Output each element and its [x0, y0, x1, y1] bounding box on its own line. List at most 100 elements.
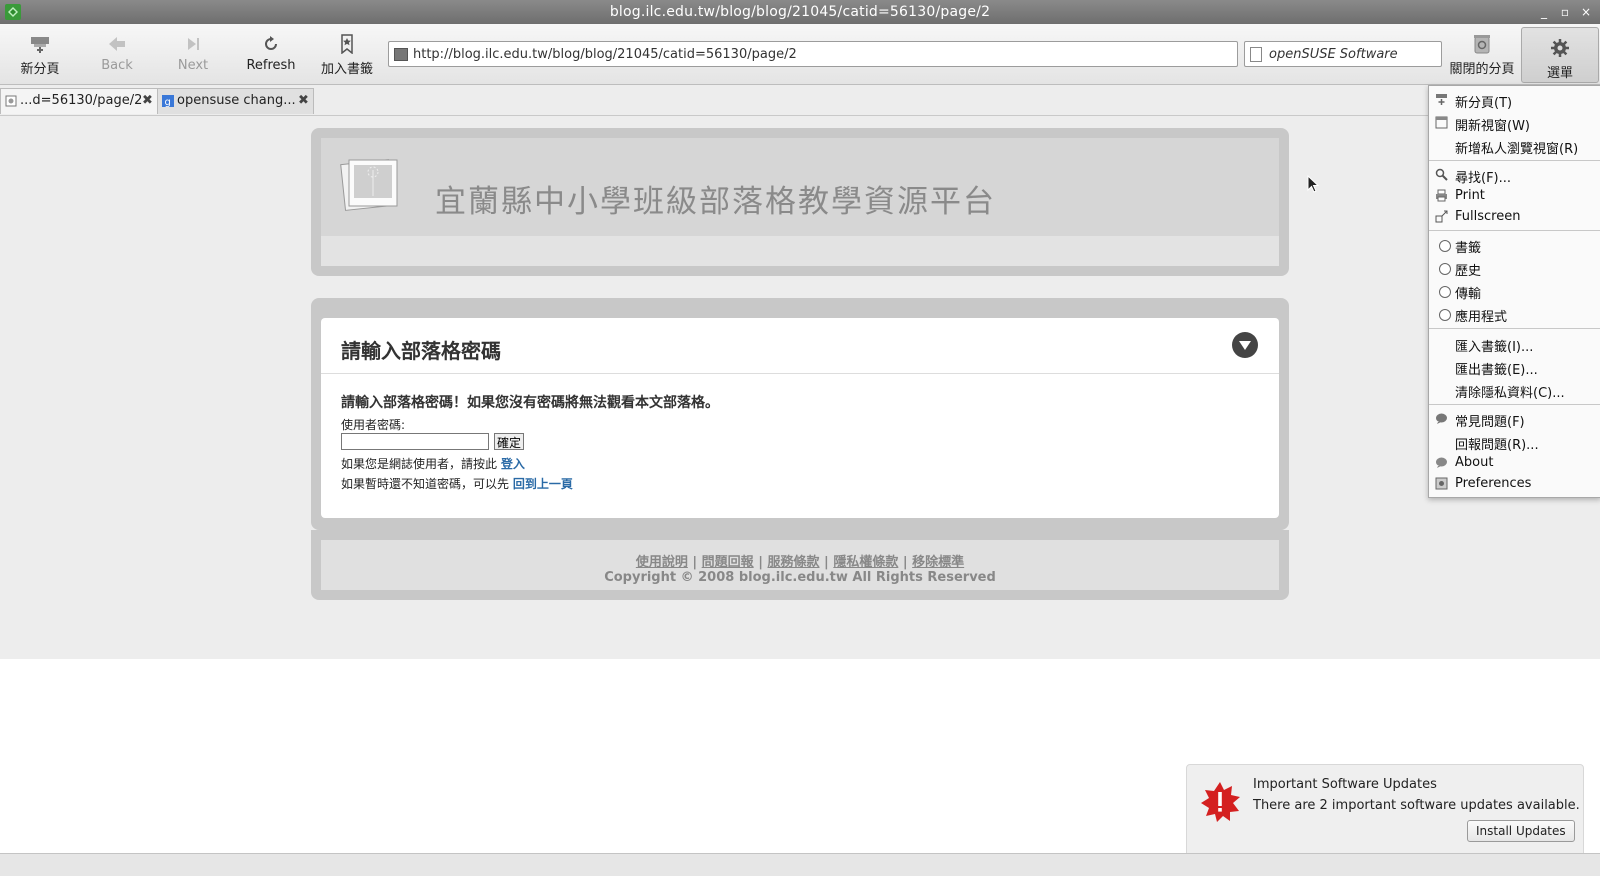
menu-item-find[interactable]: 尋找(F)... — [1429, 165, 1600, 186]
login-link[interactable]: 登入 — [501, 457, 525, 471]
install-updates-button[interactable]: Install Updates — [1467, 820, 1575, 842]
site-title: 宜蘭縣中小學班級部落格教學資源平台 — [435, 184, 996, 220]
menu-item-export-bookmarks[interactable]: 匯出書籤(E)... — [1429, 357, 1600, 378]
next-label: Next — [177, 58, 209, 73]
collapse-toggle-button[interactable] — [1232, 332, 1258, 358]
new-tab-icon — [31, 37, 49, 53]
next-arrow-icon — [188, 38, 199, 50]
back-label: Back — [101, 58, 133, 73]
menu-separator — [1429, 328, 1600, 329]
about-icon — [1436, 457, 1447, 468]
menu-item-faq[interactable]: 常見問題(F) — [1429, 409, 1600, 430]
fullscreen-icon — [1435, 210, 1448, 223]
tab-close-icon[interactable]: ✖ — [142, 93, 153, 108]
new-tab-button[interactable]: 新分頁 — [8, 24, 72, 84]
menu-item-bookmarks[interactable]: 書籤 — [1429, 235, 1600, 256]
tab-title: ...d=56130/page/2 — [20, 93, 143, 108]
go-back-link[interactable]: 回到上一頁 — [513, 477, 573, 491]
help-icon — [1436, 413, 1447, 424]
menu-item-print[interactable]: Print — [1429, 186, 1600, 207]
site-header: 宜蘭縣中小學班級部落格教學資源平台 — [311, 128, 1289, 276]
footer-link-privacy[interactable]: 隱私權條款 — [833, 555, 898, 570]
warning-icon — [1201, 782, 1240, 822]
menu-item-applications[interactable]: 應用程式 — [1429, 304, 1600, 325]
svg-text:g: g — [165, 97, 171, 107]
new-tab-icon — [1436, 94, 1447, 105]
page-icon — [394, 48, 408, 61]
next-button[interactable]: Next — [162, 24, 224, 84]
menu-item-preferences[interactable]: Preferences — [1429, 474, 1600, 495]
menu-item-about[interactable]: About — [1429, 453, 1600, 474]
footer-link-removal[interactable]: 移除標準 — [912, 555, 964, 570]
chevron-down-icon — [1239, 341, 1251, 350]
photo-logo-icon — [340, 159, 398, 211]
menu-item-history[interactable]: 歷史 — [1429, 258, 1600, 279]
trash-icon — [1474, 35, 1490, 54]
maximize-button[interactable]: ▫ — [1556, 3, 1574, 21]
tab-current[interactable]: ...d=56130/page/2 ✖ — [0, 88, 158, 114]
menu-item-transfers[interactable]: 傳輸 — [1429, 281, 1600, 302]
bookmark-icon — [341, 34, 353, 54]
main-menu-label: 選單 — [1546, 66, 1573, 81]
menu-item-clear-private-data[interactable]: 清除隱私資料(C)... — [1429, 380, 1600, 401]
minimize-button[interactable]: _ — [1535, 3, 1553, 21]
closed-tabs-button[interactable]: 關閉的分頁 — [1446, 24, 1518, 84]
gear-icon — [1551, 39, 1569, 57]
address-bar[interactable] — [388, 41, 1238, 67]
close-window-button[interactable]: × — [1577, 3, 1595, 21]
password-field[interactable] — [341, 433, 489, 450]
google-favicon-icon: g — [162, 95, 174, 108]
menu-item-import-bookmarks[interactable]: 匯入書籤(I)... — [1429, 334, 1600, 355]
main-menu-button[interactable]: 選單 — [1521, 27, 1599, 83]
menu-item-report-issue[interactable]: 回報問題(R)... — [1429, 432, 1600, 453]
radio-icon — [1439, 240, 1451, 252]
new-window-icon — [1435, 116, 1448, 129]
update-notification: Important Software Updates There are 2 i… — [1186, 764, 1584, 858]
search-icon — [1435, 168, 1448, 181]
menu-item-fullscreen[interactable]: Fullscreen — [1429, 207, 1600, 228]
notification-body: There are 2 important software updates a… — [1253, 798, 1580, 813]
tab-title: opensuse chang... — [177, 93, 296, 108]
menu-separator — [1429, 160, 1600, 161]
notification-title: Important Software Updates — [1253, 777, 1437, 792]
add-bookmark-button[interactable]: 加入書籤 — [316, 24, 378, 84]
copyright: Copyright © 2008 blog.ilc.edu.tw All Rig… — [604, 570, 996, 585]
browser-toolbar: 新分頁 Back Next Refresh 加入書籤 關閉的分頁 選單 — [0, 24, 1600, 85]
search-input[interactable] — [1267, 44, 1439, 64]
radio-icon — [1439, 263, 1451, 275]
url-input[interactable] — [411, 44, 1230, 64]
site-footer: 使用說明 | 問題回報 | 服務條款 | 隱私權條款 | 移除標準 Copyri… — [311, 530, 1289, 600]
tab-close-icon[interactable]: ✖ — [298, 93, 309, 108]
footer-link-help[interactable]: 使用說明 — [636, 555, 688, 570]
status-bar — [0, 853, 1600, 876]
print-icon — [1436, 189, 1447, 202]
menu-item-new-window[interactable]: 開新視窗(W) — [1429, 113, 1600, 134]
footer-links: 使用說明 | 問題回報 | 服務條款 | 隱私權條款 | 移除標準 — [635, 555, 965, 570]
confirm-button[interactable]: 確定 — [494, 433, 525, 450]
radio-icon — [1439, 286, 1451, 298]
password-notice: 請輸入部落格密碼！如果您沒有密碼將無法觀看本文部落格。 — [341, 395, 719, 411]
tab-opensuse[interactable]: g opensuse chang... ✖ — [157, 88, 314, 114]
menu-item-new-tab[interactable]: 新分頁(T) — [1429, 90, 1600, 111]
radio-icon — [1439, 309, 1451, 321]
menu-item-private-window[interactable]: 新增私人瀏覽視窗(R) — [1429, 136, 1600, 157]
back-arrow-icon — [109, 37, 125, 51]
search-bar[interactable] — [1244, 41, 1442, 67]
refresh-button[interactable]: Refresh — [240, 24, 302, 84]
divider — [321, 373, 1279, 374]
refresh-icon — [265, 36, 277, 50]
add-bookmark-label: 加入書籤 — [320, 62, 373, 77]
page-content: 宜蘭縣中小學班級部落格教學資源平台 請輸入部落格密碼 請輸入部落格密碼！如果您沒… — [0, 116, 1600, 659]
go-back-hint: 如果暫時還不知道密碼，可以先 回到上一頁 — [341, 477, 573, 491]
footer-link-report[interactable]: 問題回報 — [702, 555, 754, 570]
tab-bar: ...d=56130/page/2 ✖ g opensuse chang... … — [0, 85, 1600, 116]
page-favicon-icon — [5, 95, 17, 107]
closed-tabs-label: 關閉的分頁 — [1449, 62, 1515, 77]
preferences-icon — [1435, 477, 1448, 490]
panel-heading: 請輸入部落格密碼 — [341, 339, 501, 363]
footer-link-terms[interactable]: 服務條款 — [767, 555, 819, 570]
menu-separator — [1429, 230, 1600, 231]
refresh-label: Refresh — [246, 58, 296, 73]
back-button[interactable]: Back — [86, 24, 148, 84]
mouse-cursor-icon — [1307, 175, 1320, 193]
